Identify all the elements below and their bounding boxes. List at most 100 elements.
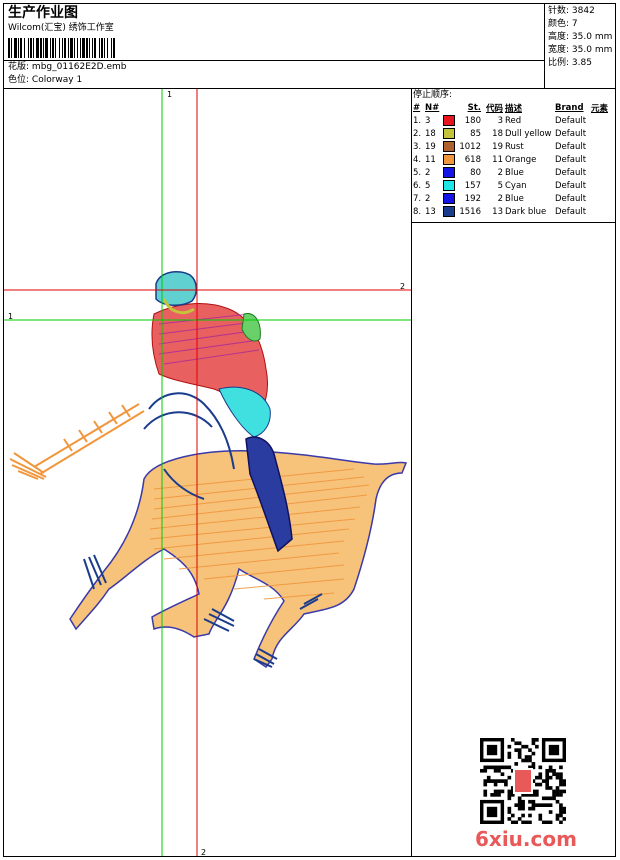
row-stitches: 85 [470,128,481,139]
stat-stitches: 针数: 3842 [548,6,595,16]
red-v-guide-label: 2 [201,848,207,857]
qr-module [541,796,546,801]
qr-module [555,817,560,821]
barcode-bar [115,38,116,58]
qr-module [555,789,560,794]
row-desc: Rust [505,141,524,152]
qr-module [521,806,525,811]
row-needle: 3 [425,115,431,126]
row-swatch [442,114,456,127]
row-stitches: 618 [464,154,481,165]
qr-module [548,768,553,773]
qr-module [507,751,512,756]
qr-module [514,803,519,807]
qr-module [497,768,501,773]
row-brand: Default [555,115,587,126]
qr-module [521,803,525,807]
row-needle: 11 [425,154,436,165]
row-stitches: 180 [464,115,481,126]
qr-module [538,817,543,821]
col-swatch [442,101,456,114]
qr-module [521,813,525,818]
colorway-name: Colorway 1 [31,75,83,85]
qr-module [548,803,553,807]
stop-row: 6. 5 157 5 Cyan Default [412,179,609,192]
qr-module [531,803,536,807]
stop-row: 1. 3 180 3 Red Default [412,114,609,127]
qr-module [555,799,560,804]
qr-module [504,779,508,783]
qr-module [548,820,553,824]
qr-module [548,796,553,801]
qr-module [559,806,563,811]
qr-module [500,779,505,783]
qr-module [507,817,512,821]
qr-module [510,820,515,824]
barcode [8,38,190,58]
qr-module [524,758,529,763]
col-needle: N# [425,102,440,113]
horse-body [69,449,408,669]
qr-module [524,820,529,824]
watermark-text: 6xiu.com [475,827,577,851]
colorway-row: 色位: Colorway 1 [8,75,82,86]
qr-module [524,755,529,759]
qr-module [538,813,543,818]
qr-module [510,738,515,742]
qr-finder [486,806,498,818]
row-swatch [442,127,456,140]
qr-module [517,799,522,804]
stats-divider [544,3,545,88]
table-bottom-divider [411,222,616,223]
row-needle: 2 [425,167,431,178]
col-element: 元素 [591,103,609,114]
row-element [590,205,609,218]
qr-module [535,744,539,749]
row-element [590,166,609,179]
row-brand: Default [555,167,587,178]
qr-module [507,793,512,797]
qr-module [531,751,536,756]
qr-module [514,748,519,752]
qr-module [517,751,522,756]
qr-module [528,820,532,824]
row-needle: 13 [425,206,436,217]
design-file-row: 花版: mbg_01162E2D.emb [8,62,126,73]
qr-module [555,786,560,790]
row-code: 19 [492,141,503,152]
qr-module [545,772,549,777]
row-index: 6. [413,180,422,191]
qr-module [545,786,549,790]
qr-module [490,779,494,783]
qr-module [531,799,536,804]
qr-logo [515,770,531,792]
colorway-label: 色位: [8,75,30,85]
row-needle: 5 [425,180,431,191]
color-swatch [443,141,455,152]
qr-module [538,765,543,770]
qr-module [548,786,553,790]
qr-module [504,765,508,770]
row-stitches: 157 [464,180,481,191]
qr-module [531,806,536,811]
qr-module [555,775,560,780]
row-element [590,140,609,153]
qr-module [531,738,536,742]
color-swatch [443,180,455,191]
qr-module [562,789,566,794]
row-brand: Default [555,180,587,191]
design-file-name: mbg_01162E2D.emb [31,62,127,72]
qr-module [486,765,491,770]
row-desc: Dull yellow [505,128,552,139]
row-desc: Blue [505,193,524,204]
qr-module [559,810,563,814]
qr-module [507,796,512,801]
col-index: # [413,102,421,113]
design-file-label: 花版: [8,62,30,72]
qr-module [545,775,549,780]
qr-module [528,755,532,759]
polo-mallet [9,403,145,480]
qr-module [517,817,522,821]
qr-module [504,782,508,787]
qr-module [535,803,539,807]
